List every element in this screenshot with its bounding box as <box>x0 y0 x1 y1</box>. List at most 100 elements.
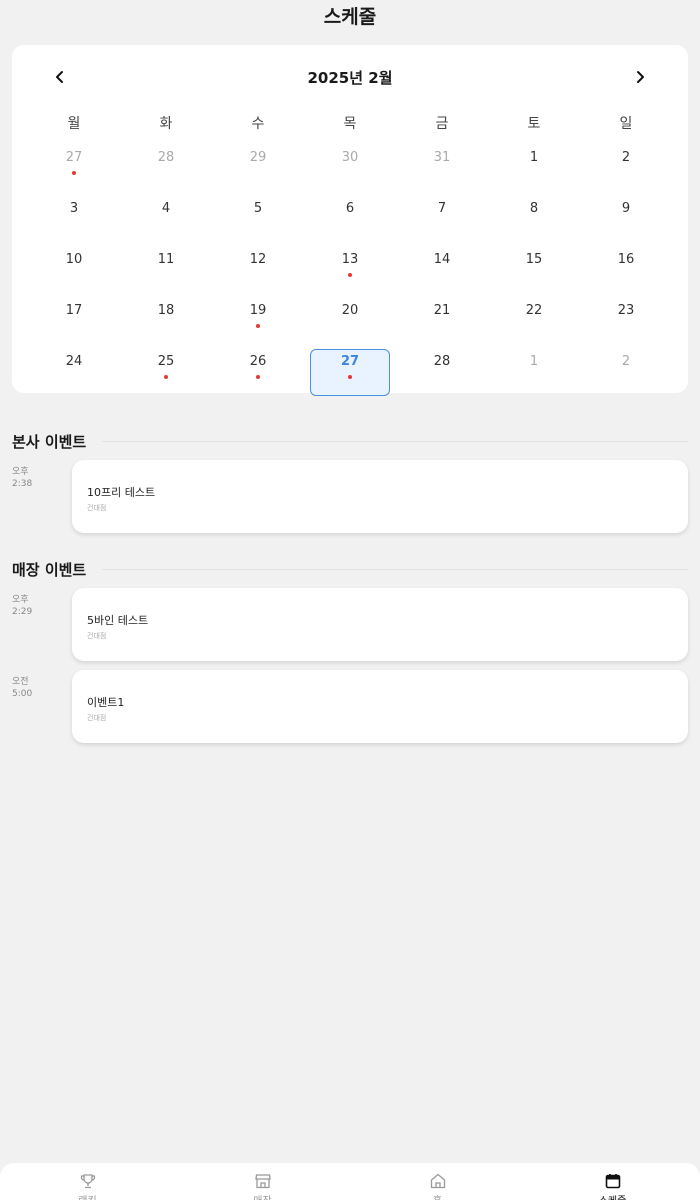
calendar-day-selected[interactable]: 27 <box>304 345 396 396</box>
store-icon <box>254 1174 271 1189</box>
nav-label: 홈 <box>433 1192 442 1200</box>
calendar-day[interactable]: 1 <box>488 345 580 396</box>
section-title: 매장 이벤트 <box>12 560 87 579</box>
calendar-day[interactable]: 22 <box>488 294 580 345</box>
calendar-day[interactable]: 7 <box>396 192 488 243</box>
calendar-day[interactable]: 6 <box>304 192 396 243</box>
calendar-day[interactable]: 21 <box>396 294 488 345</box>
event-time: 오전 5:00 <box>12 676 62 700</box>
nav-item-ranking[interactable]: 랭킹 <box>0 1163 175 1200</box>
calendar-day[interactable]: 31 <box>396 141 488 192</box>
day-number: 10 <box>65 252 83 267</box>
weekday-label: 토 <box>527 116 541 132</box>
weekday-label: 금 <box>435 116 449 132</box>
nav-item-home[interactable]: 홈 <box>350 1163 525 1200</box>
calendar-day[interactable]: 28 <box>120 141 212 192</box>
event-time: 오후 2:29 <box>12 594 62 618</box>
home-icon <box>430 1173 445 1189</box>
calendar-day[interactable]: 24 <box>28 345 120 396</box>
day-number: 1 <box>529 354 539 369</box>
day-number: 20 <box>341 303 359 318</box>
calendar-day[interactable]: 25 <box>120 345 212 396</box>
day-number: 14 <box>433 252 451 267</box>
calendar-day[interactable]: 2 <box>580 345 672 396</box>
nav-item-store[interactable]: 매장 <box>175 1163 350 1200</box>
event-card[interactable]: 이벤트1 건대점 <box>72 670 688 743</box>
app-header: 스케줄 <box>0 0 700 30</box>
weekday-label: 일 <box>619 116 633 132</box>
event-period: 오후 <box>12 595 29 605</box>
calendar-day[interactable]: 8 <box>488 192 580 243</box>
calendar-day[interactable]: 28 <box>396 345 488 396</box>
nav-item-schedule[interactable]: 스케줄 <box>525 1163 700 1200</box>
day-number: 26 <box>249 354 267 369</box>
event-clock: 2:29 <box>12 607 33 617</box>
day-number: 12 <box>249 252 267 267</box>
calendar-day[interactable]: 26 <box>212 345 304 396</box>
calendar-day[interactable]: 5 <box>212 192 304 243</box>
event-card[interactable]: 10프리 테스트 건대점 <box>72 460 688 533</box>
day-number: 8 <box>529 201 539 216</box>
calendar-day[interactable]: 23 <box>580 294 672 345</box>
calendar-day[interactable]: 4 <box>120 192 212 243</box>
day-number: 31 <box>433 150 451 165</box>
day-number: 16 <box>617 252 635 267</box>
calendar-day[interactable]: 13 <box>304 243 396 294</box>
event-clock: 5:00 <box>12 689 33 699</box>
trophy-icon <box>80 1174 95 1189</box>
calendar-day[interactable]: 10 <box>28 243 120 294</box>
event-location: 건대점 <box>87 714 107 722</box>
nav-label: 스케줄 <box>599 1192 627 1200</box>
day-number: 29 <box>249 150 267 165</box>
calendar-card: 2025년 2월 월 화 수 목 금 토 일 27 28 29 30 31 1 2 3 4 5 6 7… <box>12 45 688 396</box>
prev-month-button[interactable] <box>46 63 74 91</box>
event-card[interactable]: 5바인 테스트 건대점 <box>72 588 688 661</box>
calendar-day[interactable]: 1 <box>488 141 580 192</box>
day-number: 28 <box>157 150 175 165</box>
calendar-day[interactable]: 15 <box>488 243 580 294</box>
event-clock: 2:38 <box>12 479 33 489</box>
calendar-day[interactable]: 2 <box>580 141 672 192</box>
calendar-day[interactable]: 18 <box>120 294 212 345</box>
calendar-day[interactable]: 17 <box>28 294 120 345</box>
calendar-day[interactable]: 19 <box>212 294 304 345</box>
event-dot <box>348 375 352 379</box>
section-divider <box>102 440 688 442</box>
weekday-label: 월 <box>67 116 81 132</box>
day-number: 21 <box>433 303 451 318</box>
event-dot <box>72 171 76 175</box>
day-number: 6 <box>345 201 355 216</box>
calendar-day[interactable]: 11 <box>120 243 212 294</box>
calendar-days-grid: 27 28 29 30 31 1 2 3 4 5 6 7 8 9 10 11 12 13 14 15 16 17 18 19 2… <box>28 141 672 396</box>
calendar-day[interactable]: 30 <box>304 141 396 192</box>
day-number: 19 <box>249 303 267 318</box>
nav-label: 랭킹 <box>78 1192 96 1200</box>
calendar-nav: 2025년 2월 <box>12 63 688 91</box>
calendar-day[interactable]: 9 <box>580 192 672 243</box>
weekday-label: 화 <box>159 116 173 132</box>
day-number: 11 <box>157 252 175 267</box>
day-number: 2 <box>621 150 631 165</box>
calendar-day[interactable]: 27 <box>28 141 120 192</box>
day-number: 18 <box>157 303 175 318</box>
calendar-day[interactable]: 29 <box>212 141 304 192</box>
calendar-day[interactable]: 16 <box>580 243 672 294</box>
store-events-header: 매장 이벤트 <box>12 558 688 580</box>
day-number: 28 <box>433 354 451 369</box>
weekday-label: 목 <box>343 116 357 132</box>
calendar-day[interactable]: 20 <box>304 294 396 345</box>
day-number: 30 <box>341 150 359 165</box>
calendar-icon <box>605 1174 620 1189</box>
day-number: 27 <box>340 354 360 369</box>
day-number: 15 <box>525 252 543 267</box>
bottom-nav: 랭킹 매장 홈 스케줄 <box>0 1163 700 1200</box>
day-number: 23 <box>617 303 635 318</box>
next-month-button[interactable] <box>626 63 654 91</box>
calendar-day[interactable]: 3 <box>28 192 120 243</box>
event-dot <box>256 375 260 379</box>
calendar-day[interactable]: 14 <box>396 243 488 294</box>
event-title: 이벤트1 <box>87 696 125 709</box>
day-number: 3 <box>69 201 79 216</box>
calendar-day[interactable]: 12 <box>212 243 304 294</box>
event-period: 오전 <box>12 677 29 687</box>
